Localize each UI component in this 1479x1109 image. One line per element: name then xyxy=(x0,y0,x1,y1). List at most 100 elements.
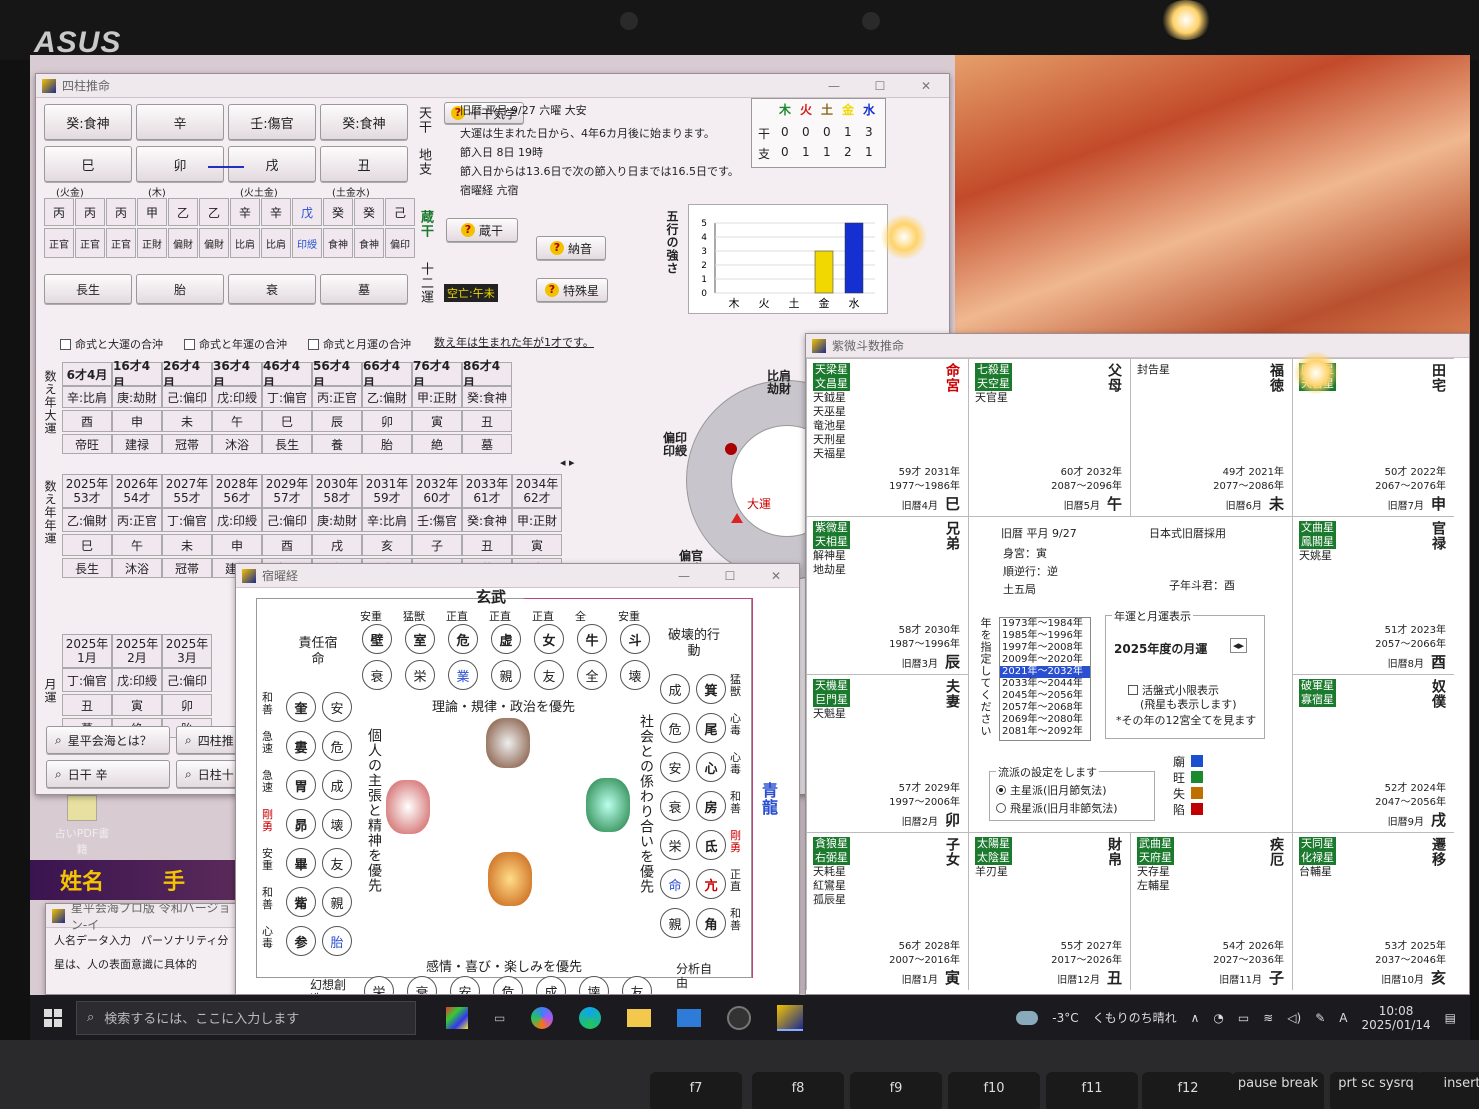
year-range-list[interactable]: 1973年～1984年 1985年～1996年 1997年～2008年 2009年～2… xyxy=(999,617,1091,741)
volume-icon[interactable]: ◁) xyxy=(1287,1011,1301,1025)
shuku-circle[interactable]: 壊 xyxy=(322,809,352,839)
shuku-circle[interactable]: 衰 xyxy=(407,976,437,994)
copilot-icon[interactable] xyxy=(531,1006,554,1029)
shuku-circle[interactable]: 栄 xyxy=(364,976,394,994)
palace-cell[interactable]: 命宮 天梁星 文昌星 天鉞星 天巫星 竜池星 天刑星 天福星 59才 2031年 1977～198… xyxy=(806,358,968,516)
palace-cell[interactable]: 遷移 天同星 化禄星 台輔星 53才 2025年 2037～2046年 旧暦10月亥 xyxy=(1292,832,1454,990)
daiun-age[interactable]: 66才4月 xyxy=(362,359,412,390)
maximize-button[interactable]: ☐ xyxy=(857,79,903,93)
palace-cell[interactable]: 財帛 太陽星 太陰星 羊刃星 55才 2027年 2017～2026年 旧暦12月丑 xyxy=(968,832,1130,990)
chishi-cell[interactable]: 戌 xyxy=(228,146,316,182)
shuku-circle[interactable]: 胃 xyxy=(286,770,316,800)
search-box[interactable]: ⌕ 検索するには、ここに入力します xyxy=(76,1000,416,1035)
shuku-circle[interactable]: 奎 xyxy=(286,692,316,722)
desktop-shortcut[interactable]: 占いPDF書籍 xyxy=(52,795,112,857)
daiun-age[interactable]: 56才4月 xyxy=(312,359,362,390)
tab-personality[interactable]: パーソナリティ分 xyxy=(141,932,228,948)
nikkan-button[interactable]: ⌕ 日干 辛 xyxy=(46,760,170,788)
battery-icon[interactable]: ▭ xyxy=(1238,1011,1249,1025)
shibi-window[interactable]: 紫微斗数推命 命宮 天梁星 文昌星 天鉞星 天巫星 竜池星 天刑星 天福星 59才 2031年 1… xyxy=(805,333,1470,995)
tenkan-cell[interactable]: 壬:傷官 xyxy=(228,104,316,140)
shuku-circle[interactable]: 房 xyxy=(696,791,726,821)
shuku-circle[interactable]: 斗 xyxy=(620,624,650,654)
function-key[interactable]: insert xyxy=(1416,1072,1479,1109)
shuku-circle[interactable]: 亢 xyxy=(696,869,726,899)
shuku-circle[interactable]: 衰 xyxy=(660,791,690,821)
shuku-circle[interactable]: 婁 xyxy=(286,731,316,761)
unsei-cell[interactable]: 長生 xyxy=(44,274,132,304)
palace-cell[interactable]: 疾厄 武曲星 天府星 天存星 左輔星 54才 2026年 2027～2036年 旧暦11月子 xyxy=(1130,832,1292,990)
tenkan-cell[interactable]: 辛 xyxy=(136,104,224,140)
nenun-head[interactable]: 2033年 61才 xyxy=(462,474,512,508)
clock[interactable]: 10:08 2025/01/14 xyxy=(1361,1004,1430,1032)
tenkan-cell[interactable]: 癸:食神 xyxy=(320,104,408,140)
shuku-circle[interactable]: 氐 xyxy=(696,830,726,860)
edge-icon[interactable] xyxy=(579,1006,602,1029)
shuku-circle[interactable]: 友 xyxy=(322,848,352,878)
seihei-app-icon[interactable] xyxy=(777,1004,804,1031)
daiun-age[interactable]: 16才4月 xyxy=(112,359,162,390)
nenun-head[interactable]: 2031年 59才 xyxy=(362,474,412,508)
shuku-circle[interactable]: 衰 xyxy=(362,660,392,690)
shuku-circle[interactable]: 命 xyxy=(660,869,690,899)
nenun-head[interactable]: 2025年 53才 xyxy=(62,474,112,508)
maximize-button[interactable]: ☐ xyxy=(707,569,753,583)
kaikai-window[interactable]: 星平会海プロ版 令和バージョン-イ 人名データ入力 パーソナリティ分 星は、人の… xyxy=(45,903,245,995)
ime-indicator[interactable]: A xyxy=(1339,1011,1347,1025)
shuku-circle[interactable]: 業 xyxy=(448,660,478,690)
daiun-age[interactable]: 36才4月 xyxy=(212,359,262,390)
year-range-item[interactable]: 2021年～2032年 xyxy=(1000,666,1090,678)
shuku-circle[interactable]: 壁 xyxy=(362,624,392,654)
shuku-circle[interactable]: 親 xyxy=(491,660,521,690)
palace-cell[interactable]: 子女 貪狼星 右弼星 天耗星 紅鸞星 孤辰星 56才 2028年 2007～2016年 旧暦1月… xyxy=(806,832,968,990)
shuku-circle[interactable]: 箕 xyxy=(696,674,726,704)
shuku-circle[interactable]: 栄 xyxy=(660,830,690,860)
nenun-head[interactable]: 2026年 54才 xyxy=(112,474,162,508)
shuku-circle[interactable]: 危 xyxy=(493,976,523,994)
minimize-button[interactable]: — xyxy=(811,79,857,93)
task-view-icon[interactable]: ▭ xyxy=(494,1011,505,1025)
shuku-circle[interactable]: 安 xyxy=(322,692,352,722)
mail-icon[interactable] xyxy=(677,1008,702,1027)
ryuha-radio[interactable]: 飛星派(旧月非節気法) xyxy=(996,800,1118,816)
pen-icon[interactable]: ✎ xyxy=(1315,1011,1325,1025)
nenun-head[interactable]: 2032年 60才 xyxy=(412,474,462,508)
shuku-circle[interactable]: 觜 xyxy=(286,887,316,917)
shuku-circle[interactable]: 親 xyxy=(322,887,352,917)
close-button[interactable]: ✕ xyxy=(903,79,949,93)
app-circle-icon[interactable] xyxy=(727,1005,752,1030)
shuku-circle[interactable]: 壊 xyxy=(620,660,650,690)
daiun-age[interactable]: 76才4月 xyxy=(412,359,462,390)
daiun-age[interactable]: 86才4月 xyxy=(462,359,512,390)
year-range-item[interactable]: 2045年～2056年 xyxy=(1000,690,1090,702)
daiun-age[interactable]: 26才4月 xyxy=(162,359,212,390)
nenun-head[interactable]: 2030年 58才 xyxy=(312,474,362,508)
shuku-circle[interactable]: 角 xyxy=(696,908,726,938)
chevron-up-icon[interactable]: ∧ xyxy=(1191,1011,1200,1025)
shuku-circle[interactable]: 尾 xyxy=(696,713,726,743)
getsuun-head[interactable]: 2025年 1月 xyxy=(62,634,112,668)
year-range-item[interactable]: 1985年～1996年 xyxy=(1000,630,1090,642)
function-key[interactable]: f7 xyxy=(650,1072,742,1109)
tab-name-input[interactable]: 人名データ入力 xyxy=(54,932,131,948)
zoukan-button[interactable]: ? 蔵干 xyxy=(446,218,518,242)
palace-cell[interactable]: 福徳 封告星 49才 2021年 2077～2086年 旧暦6月未 xyxy=(1130,358,1292,516)
year-range-item[interactable]: 2081年～2092年 xyxy=(1000,726,1090,738)
chishi-cell[interactable]: 丑 xyxy=(320,146,408,182)
network-icon[interactable]: ◔ xyxy=(1213,1011,1223,1025)
function-key[interactable]: pause break xyxy=(1232,1072,1324,1109)
palace-cell[interactable]: 兄弟 紫微星 天相星 解神星 地劫星 58才 2030年 1987～1996年 旧暦3月辰 xyxy=(806,516,968,674)
shuku-circle[interactable]: 栄 xyxy=(405,660,435,690)
folder-icon[interactable] xyxy=(627,1008,652,1027)
shuku-circle[interactable]: 成 xyxy=(536,976,566,994)
shuku-circle[interactable]: 女 xyxy=(534,624,564,654)
tenkan-cell[interactable]: 癸:食神 xyxy=(44,104,132,140)
function-key[interactable]: f11 xyxy=(1046,1072,1138,1109)
nenun-head[interactable]: 2027年 55才 xyxy=(162,474,212,508)
year-range-item[interactable]: 2057年～2068年 xyxy=(1000,702,1090,714)
shuku-circle[interactable]: 危 xyxy=(448,624,478,654)
year-range-item[interactable]: 2033年～2044年 xyxy=(1000,678,1090,690)
palace-cell[interactable]: 父母 七殺星 天空星 天官星 60才 2032年 2087～2096年 旧暦5月午 xyxy=(968,358,1130,516)
shuku-circle[interactable]: 心 xyxy=(696,752,726,782)
shuku-circle[interactable]: 昴 xyxy=(286,809,316,839)
